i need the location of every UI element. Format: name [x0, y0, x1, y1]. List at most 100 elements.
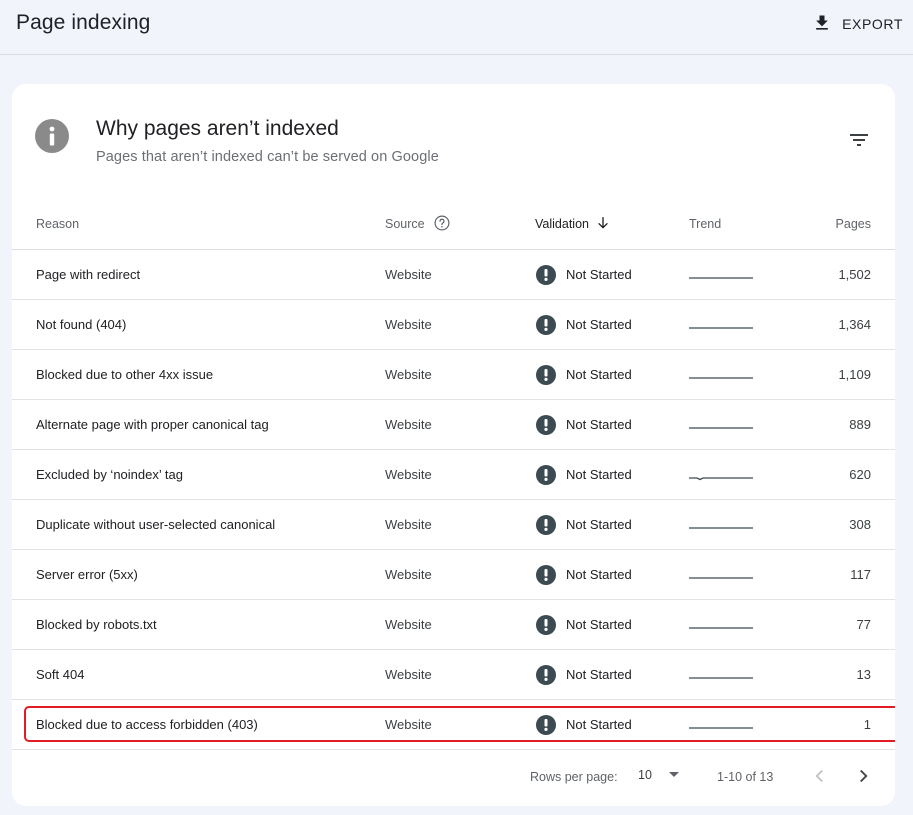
source-cell: Website — [385, 567, 432, 582]
trend-cell — [689, 350, 753, 399]
table-row[interactable]: Not found (404) Website Not Started 1,364 — [12, 300, 895, 350]
trend-sparkline — [689, 526, 753, 529]
pages-cell: 13 — [856, 667, 871, 682]
validation-status: Not Started — [566, 467, 632, 482]
previous-page-button[interactable] — [809, 765, 831, 787]
dropdown-arrow-icon — [668, 768, 680, 782]
exclamation-circle-icon — [536, 664, 556, 685]
exclamation-circle-icon — [536, 714, 556, 735]
table-row[interactable]: Blocked due to other 4xx issue Website Not… — [12, 350, 895, 400]
validation-status: Not Started — [566, 267, 632, 282]
validation-cell: Not Started — [536, 250, 632, 299]
reason-cell: Blocked due to other 4xx issue — [36, 367, 214, 382]
validation-cell: Not Started — [536, 650, 632, 699]
column-pages: Pages — [835, 217, 871, 231]
trend-cell — [689, 650, 753, 699]
validation-status: Not Started — [566, 367, 632, 382]
filter-icon[interactable] — [847, 128, 871, 152]
validation-cell: Not Started — [536, 600, 632, 649]
rows-per-page-label: Rows per page: — [530, 770, 618, 784]
reason-cell: Blocked due to access forbidden (403) — [36, 717, 258, 732]
table-body: Page with redirect Website Not Started 1,50… — [12, 250, 895, 750]
column-reason: Reason — [36, 217, 80, 231]
trend-sparkline — [689, 726, 753, 729]
trend-sparkline — [689, 426, 753, 429]
reason-cell: Soft 404 — [36, 667, 85, 682]
exclamation-circle-icon — [536, 414, 556, 435]
arrow-down-icon — [595, 215, 611, 234]
trend-sparkline — [689, 376, 753, 379]
reason-cell: Server error (5xx) — [36, 567, 138, 582]
table-row[interactable]: Excluded by ‘noindex’ tag Website Not Star… — [12, 450, 895, 500]
pages-cell: 1,364 — [838, 317, 871, 332]
column-validation-label: Validation — [535, 217, 589, 231]
reason-cell: Alternate page with proper canonical tag — [36, 417, 269, 432]
validation-cell: Not Started — [536, 350, 632, 399]
pages-cell: 308 — [849, 517, 871, 532]
column-validation[interactable]: Validation — [535, 198, 611, 250]
validation-status: Not Started — [566, 667, 632, 682]
exclamation-circle-icon — [536, 464, 556, 485]
validation-cell: Not Started — [536, 300, 632, 349]
trend-cell — [689, 400, 753, 449]
info-icon — [35, 119, 69, 153]
page-title: Page indexing — [16, 11, 151, 34]
table-row[interactable]: Page with redirect Website Not Started 1,50… — [12, 250, 895, 300]
trend-cell — [689, 550, 753, 599]
table-row[interactable]: Blocked by robots.txt Website Not Started 7… — [12, 600, 895, 650]
source-cell: Website — [385, 517, 432, 532]
trend-sparkline — [689, 626, 753, 629]
trend-cell — [689, 500, 753, 549]
validation-cell: Not Started — [536, 400, 632, 449]
validation-cell: Not Started — [536, 500, 632, 549]
pages-cell: 1,502 — [838, 267, 871, 282]
exclamation-circle-icon — [536, 314, 556, 335]
trend-cell — [689, 600, 753, 649]
pages-cell: 620 — [849, 467, 871, 482]
reason-cell: Excluded by ‘noindex’ tag — [36, 467, 183, 482]
table-row[interactable]: Blocked due to access forbidden (403) Web… — [12, 700, 895, 750]
pagination: Rows per page: 10 1-10 of 13 — [12, 750, 895, 802]
pages-cell: 1,109 — [838, 367, 871, 382]
validation-status: Not Started — [566, 317, 632, 332]
table-header: Reason Source Validation Trend Pages — [12, 198, 895, 250]
exclamation-circle-icon — [536, 514, 556, 535]
card-title: Why pages aren’t indexed — [96, 117, 339, 140]
column-source: Source — [385, 198, 451, 250]
export-button[interactable]: EXPORT — [812, 12, 903, 36]
trend-cell — [689, 700, 753, 749]
validation-status: Not Started — [566, 567, 632, 582]
trend-sparkline — [689, 576, 753, 579]
reason-cell: Duplicate without user-selected canonica… — [36, 517, 276, 532]
export-label: EXPORT — [842, 16, 903, 32]
source-cell: Website — [385, 417, 432, 432]
pages-cell: 1 — [863, 717, 871, 732]
help-circle-icon[interactable] — [433, 214, 451, 235]
table-row[interactable]: Alternate page with proper canonical tag… — [12, 400, 895, 450]
exclamation-circle-icon — [536, 364, 556, 385]
source-cell: Website — [385, 717, 432, 732]
rows-per-page-select[interactable]: 10 — [638, 768, 680, 782]
trend-sparkline — [689, 326, 753, 329]
next-page-button[interactable] — [852, 765, 874, 787]
column-source-label: Source — [385, 217, 425, 231]
card-subtitle: Pages that aren’t indexed can’t be serve… — [96, 149, 439, 165]
validation-cell: Not Started — [536, 450, 632, 499]
exclamation-circle-icon — [536, 564, 556, 585]
top-bar: Page indexing EXPORT — [0, 0, 913, 55]
table-row[interactable]: Duplicate without user-selected canonica… — [12, 500, 895, 550]
trend-sparkline — [689, 676, 753, 679]
reason-cell: Not found (404) — [36, 317, 127, 332]
validation-status: Not Started — [566, 517, 632, 532]
validation-status: Not Started — [566, 717, 632, 732]
trend-sparkline — [689, 476, 753, 480]
source-cell: Website — [385, 467, 432, 482]
reason-cell: Page with redirect — [36, 267, 141, 282]
reason-cell: Blocked by robots.txt — [36, 617, 157, 632]
source-cell: Website — [385, 617, 432, 632]
source-cell: Website — [385, 367, 432, 382]
table-row[interactable]: Server error (5xx) Website Not Started 117 — [12, 550, 895, 600]
table-row[interactable]: Soft 404 Website Not Started 13 — [12, 650, 895, 700]
trend-cell — [689, 450, 753, 499]
pages-cell: 77 — [856, 617, 871, 632]
